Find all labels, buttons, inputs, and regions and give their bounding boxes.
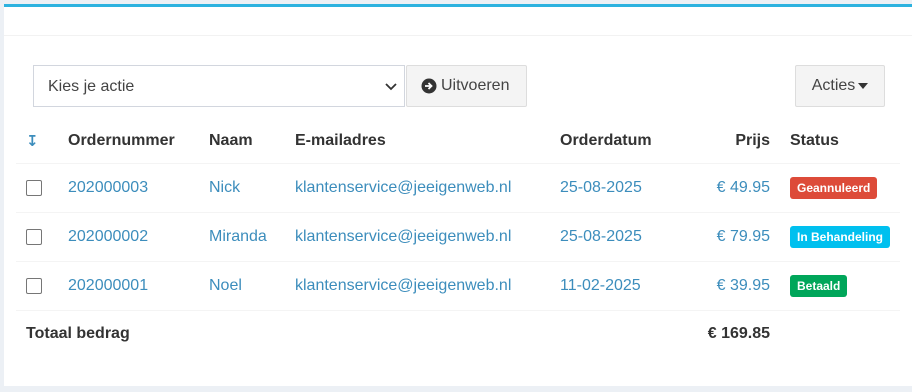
actions-label: Acties [811,77,856,94]
order-date-link[interactable]: 25-08-2025 [550,212,680,262]
total-spacer [780,311,900,358]
price-link[interactable]: € 79.95 [680,212,780,262]
arrow-circle-right-icon [421,78,437,94]
price-link[interactable]: € 49.95 [680,163,780,213]
order-date-link[interactable]: 25-08-2025 [550,163,680,213]
orders-panel: Kies je actie Uitvoeren Acties ↧ Ordernu… [4,4,912,386]
order-number-link[interactable]: 202000003 [58,163,199,213]
customer-name-link[interactable]: Miranda [199,212,285,262]
table-row: 202000001 Noel klantenservice@jeeigenweb… [16,261,900,311]
sort-desc-icon: ↧ [26,132,39,150]
header-order-number[interactable]: Ordernummer [58,119,199,164]
total-value: € 169.85 [707,325,770,342]
caret-down-icon [858,83,869,89]
status-badge: Geannuleerd [790,177,878,199]
table-header-row: ↧ Ordernummer Naam E-mailadres Orderdatu… [16,119,900,164]
status-cell: In Behandeling [780,212,900,262]
chevron-down-icon [385,83,397,91]
email-link[interactable]: klantenservice@jeeigenweb.nl [285,261,550,311]
row-select-checkbox[interactable] [16,261,58,311]
row-select-checkbox[interactable] [16,212,58,262]
bulk-action-select[interactable]: Kies je actie [33,65,405,107]
header-name[interactable]: Naam [199,119,285,164]
price-link[interactable]: € 39.95 [680,261,780,311]
email-link[interactable]: klantenservice@jeeigenweb.nl [285,212,550,262]
header-price[interactable]: Prijs [680,119,780,164]
order-date-link[interactable]: 11-02-2025 [550,261,680,311]
panel-header [4,7,912,36]
table-row: 202000002 Miranda klantenservice@jeeigen… [16,212,900,262]
sort-header[interactable]: ↧ [16,119,58,164]
bulk-action-toolbar: Kies je actie Uitvoeren Acties [33,65,912,107]
status-cell: Geannuleerd [780,163,900,213]
run-action-button[interactable]: Uitvoeren [406,65,527,107]
status-badge: Betaald [790,275,848,297]
status-badge: In Behandeling [790,226,890,248]
run-action-label: Uitvoeren [441,77,510,94]
customer-name-link[interactable]: Noel [199,261,285,311]
header-status[interactable]: Status [780,119,900,164]
orders-table: ↧ Ordernummer Naam E-mailadres Orderdatu… [16,119,900,357]
bulk-action-select-value: Kies je actie [48,78,135,95]
status-cell: Betaald [780,261,900,311]
email-link[interactable]: klantenservice@jeeigenweb.nl [285,163,550,213]
header-order-date[interactable]: Orderdatum [550,119,680,164]
total-label: Totaal bedrag [26,325,130,342]
order-number-link[interactable]: 202000002 [58,212,199,262]
row-select-checkbox[interactable] [16,163,58,213]
order-number-link[interactable]: 202000001 [58,261,199,311]
total-row: Totaal bedrag € 169.85 [16,311,900,358]
customer-name-link[interactable]: Nick [199,163,285,213]
table-row: 202000003 Nick klantenservice@jeeigenweb… [16,163,900,213]
header-email[interactable]: E-mailadres [285,119,550,164]
actions-dropdown-button[interactable]: Acties [795,65,885,107]
